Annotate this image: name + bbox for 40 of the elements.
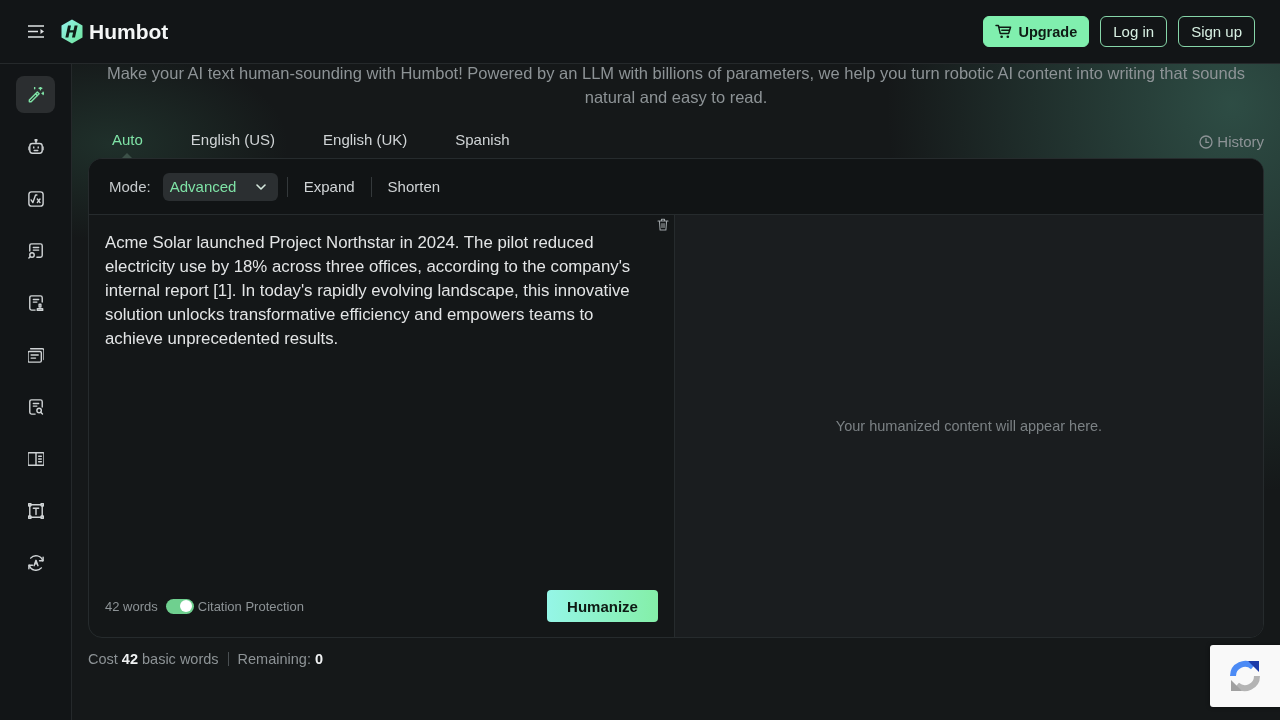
menu-icon (28, 25, 44, 38)
arrows-badge-icon (1210, 645, 1280, 707)
mode-option[interactable]: Shorten (371, 176, 457, 197)
text-frame-icon (27, 502, 44, 519)
document-search-icon (27, 242, 44, 259)
intro-text: Make your AI text human-sounding with Humbot! Powered by an LLM with billions of parameters, we help you turn robotic AI content into writing that sounds natural and easy to read. (105, 64, 1247, 108)
remaining-text: Remaining: 0 (237, 650, 324, 669)
empty-message: Your humanized content will appear here. (835, 418, 1103, 434)
square-root-icon (27, 190, 44, 207)
document-search-icon (27, 398, 44, 415)
chevron-down-icon (255, 183, 266, 190)
menu-button[interactable] (28, 25, 44, 38)
account-button[interactable]: Log in (1100, 16, 1168, 47)
upgrade-button[interactable]: Upgrade (983, 16, 1090, 47)
magic-wand-icon (27, 86, 44, 103)
language-tab[interactable]: English (US) (166, 124, 300, 158)
document-stamp-icon (27, 294, 44, 311)
mode-label: Mode: (109, 178, 151, 195)
open-book-icon (27, 450, 44, 467)
stacked-cards-icon (27, 346, 44, 363)
cart-icon (995, 24, 1013, 39)
trash-icon (657, 218, 669, 231)
toggle-switch[interactable] (165, 598, 194, 614)
mode-dropdown[interactable]: Advanced (162, 172, 278, 201)
brand-name: Humbot (89, 18, 169, 45)
language-tab[interactable]: Auto (88, 124, 167, 158)
hexagon-logo-icon (61, 19, 83, 44)
toggle-label: Citation Protection (197, 598, 304, 614)
language-tab[interactable]: Spanish (431, 124, 534, 158)
humanize-button[interactable]: Humanize (547, 590, 658, 622)
language-tab[interactable]: English (UK) (299, 124, 432, 158)
mode-option[interactable]: Expand (287, 176, 371, 197)
account-button[interactable]: Sign up (1178, 16, 1255, 47)
sidebar-button[interactable] (16, 76, 55, 113)
clear-button[interactable] (657, 218, 669, 231)
clock-icon (1199, 135, 1214, 149)
robot-icon (27, 138, 44, 155)
word-count: 42 words (105, 598, 158, 614)
circle-arrows-icon (27, 554, 44, 571)
cost-text: Cost 42 basic words (88, 650, 219, 669)
